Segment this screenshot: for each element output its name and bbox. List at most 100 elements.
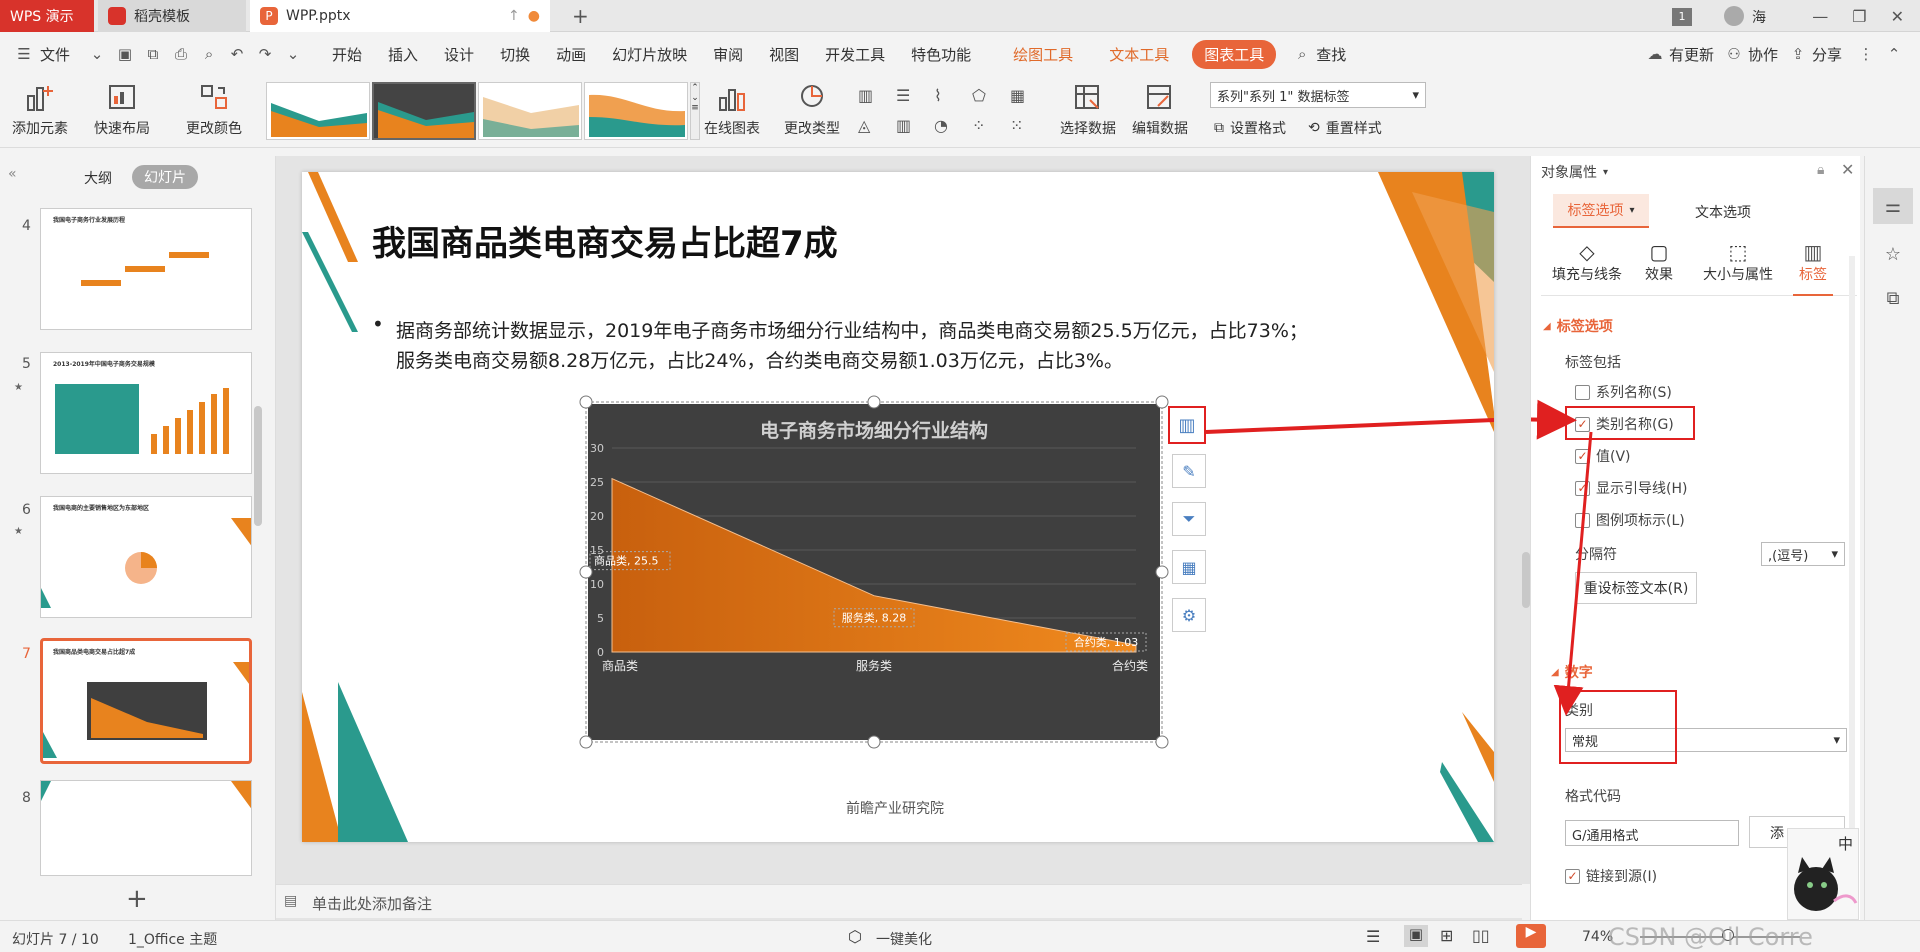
- select-data-button[interactable]: 选择数据: [1060, 82, 1116, 138]
- panel-header[interactable]: 对象属性 ▾: [1541, 162, 1608, 182]
- checkbox-checked[interactable]: ✓: [1565, 868, 1580, 884]
- menu-item-transition[interactable]: 切换: [487, 44, 543, 65]
- redo-icon[interactable]: ↷: [255, 44, 275, 64]
- play-slideshow-icon[interactable]: ▶: [1516, 924, 1546, 948]
- close-icon[interactable]: ✕: [1841, 160, 1854, 179]
- share-icon[interactable]: ⇪: [1788, 44, 1808, 64]
- notes-bar[interactable]: ▤ 单击此处添加备注: [276, 884, 1522, 918]
- data-label[interactable]: 服务类, 8.28: [842, 611, 907, 625]
- bubble-chart-icon[interactable]: ⁙: [1010, 116, 1036, 138]
- theme-name[interactable]: 1_Office 主题: [128, 929, 217, 949]
- change-color-button[interactable]: 更改颜色: [186, 82, 242, 138]
- print-preview-icon[interactable]: ⌕: [199, 44, 219, 64]
- maximize-icon[interactable]: ❐: [1852, 7, 1866, 26]
- avatar[interactable]: [1724, 6, 1744, 26]
- collapse-ribbon-icon[interactable]: ⌃: [1884, 44, 1904, 64]
- save-icon[interactable]: ▣: [115, 44, 135, 64]
- chart-style-brush-icon[interactable]: ✎: [1172, 454, 1206, 488]
- chart-style-4[interactable]: [584, 82, 688, 140]
- quick-layout-button[interactable]: 快速布局: [94, 82, 150, 138]
- check-legend-key[interactable]: 图例项标示(L): [1575, 510, 1685, 530]
- search-icon[interactable]: ⌕: [1292, 44, 1312, 64]
- gallery-scroll[interactable]: ⌃ ⌄ ≡: [690, 82, 700, 140]
- format-code-input[interactable]: G/通用格式: [1565, 820, 1739, 846]
- properties-sliders-icon[interactable]: ⚌: [1873, 188, 1913, 224]
- export-icon[interactable]: ⧉: [143, 44, 163, 64]
- menu-item-slideshow[interactable]: 幻灯片放映: [599, 44, 700, 65]
- chart-style-3[interactable]: [478, 82, 582, 140]
- print-icon[interactable]: ⎙: [171, 44, 191, 64]
- bar-chart-icon[interactable]: ▥: [858, 86, 884, 108]
- online-chart-icon[interactable]: ▦: [1172, 550, 1206, 584]
- notes-toggle-icon[interactable]: ☰: [1366, 927, 1380, 946]
- checkbox[interactable]: [1575, 512, 1590, 528]
- notification-badge[interactable]: 1: [1672, 8, 1692, 26]
- collaborate-icon[interactable]: ⚇: [1724, 44, 1744, 64]
- slide-thumbnail-4[interactable]: 我国电子商务行业发展历程: [40, 208, 252, 330]
- radar-chart-icon[interactable]: ⬠: [972, 86, 998, 108]
- search-button[interactable]: 查找: [1316, 44, 1359, 65]
- area-series[interactable]: [611, 477, 1137, 653]
- area-chart[interactable]: 电子商务市场细分行业结构 0 5 10 15 20 25 30 商品类 服务类 合约类 商品类, 2…: [588, 404, 1160, 740]
- chart-settings-gear-icon[interactable]: ⚙: [1172, 598, 1206, 632]
- ime-widget[interactable]: 中: [1787, 828, 1859, 920]
- file-tab[interactable]: P WPP.pptx ↑ ●: [250, 0, 550, 32]
- hamburger-icon[interactable]: ☰: [14, 44, 34, 64]
- menu-item-drawing-tools[interactable]: 绘图工具: [1000, 44, 1086, 65]
- chart-element-icon[interactable]: ▥: [1168, 406, 1206, 444]
- line-chart-icon[interactable]: ⌇: [934, 86, 960, 108]
- section-number[interactable]: ◢ 数字: [1551, 662, 1593, 682]
- animation-star-icon[interactable]: ☆: [1873, 236, 1913, 272]
- chart-filter-icon[interactable]: ⏷: [1172, 502, 1206, 536]
- menu-item-insert[interactable]: 插入: [375, 44, 431, 65]
- customize-icon[interactable]: ⌄: [283, 44, 303, 64]
- reset-label-text-button[interactable]: 重设标签文本(R): [1575, 572, 1697, 604]
- check-value[interactable]: ✓ 值(V): [1575, 446, 1631, 466]
- file-menu[interactable]: 文件: [38, 44, 83, 65]
- one-click-beautify[interactable]: 一键美化: [876, 929, 932, 949]
- cloud-update-icon[interactable]: ☁: [1645, 44, 1665, 64]
- tab-text-options[interactable]: 文本选项: [1695, 202, 1751, 222]
- minimize-icon[interactable]: —: [1812, 7, 1828, 26]
- slide-bullet-text[interactable]: 据商务部统计数据显示，2019年电子商务市场细分行业结构中，商品类电商交易额25…: [396, 316, 1456, 376]
- checkbox-checked[interactable]: ✓: [1575, 480, 1590, 496]
- undo-icon[interactable]: ↶: [227, 44, 247, 64]
- slide-thumbnail-5[interactable]: 2013-2019年中国电子商务交易规模: [40, 352, 252, 474]
- subtab-label[interactable]: ▥ 标签: [1793, 240, 1833, 296]
- menu-item-design[interactable]: 设计: [431, 44, 487, 65]
- scatter-chart-icon[interactable]: ⁘: [972, 116, 998, 138]
- ime-mode-char[interactable]: 中: [1838, 833, 1853, 854]
- series-element-dropdown[interactable]: 系列"系列 1" 数据标签 ▾: [1210, 82, 1426, 108]
- slide-thumbnail-6[interactable]: 我国电商的主要销售地区为东部地区: [40, 496, 252, 618]
- subtab-size-properties[interactable]: ⬚ 大小与属性: [1699, 240, 1777, 284]
- reading-view-icon[interactable]: ▯▯: [1472, 926, 1490, 945]
- reset-style-button[interactable]: ⟲ 重置样式: [1308, 118, 1382, 138]
- new-tab-icon[interactable]: +: [572, 4, 589, 28]
- area-chart-icon[interactable]: ◬: [858, 116, 884, 138]
- online-chart-button[interactable]: 在线图表: [704, 82, 760, 138]
- normal-view-icon[interactable]: ▣: [1404, 925, 1428, 947]
- slide-sorter-icon[interactable]: ⊞: [1440, 926, 1453, 945]
- menu-item-text-tools[interactable]: 文本工具: [1096, 44, 1182, 65]
- share-button[interactable]: 分享: [1812, 44, 1852, 65]
- wps-app-tab[interactable]: WPS 演示: [0, 0, 94, 32]
- menu-item-review[interactable]: 审阅: [700, 44, 756, 65]
- hbar-chart-icon[interactable]: ☰: [896, 86, 922, 108]
- chart-style-2[interactable]: [372, 82, 476, 140]
- section-label-options[interactable]: ◢ 标签选项: [1543, 316, 1613, 336]
- menu-item-start[interactable]: 开始: [319, 44, 375, 65]
- checkbox-checked[interactable]: ✓: [1575, 448, 1590, 464]
- slide-vscroll-thumb[interactable]: [1522, 552, 1530, 608]
- panel-scrollbar[interactable]: [1849, 256, 1855, 920]
- slide-source[interactable]: 前瞻产业研究院: [846, 798, 944, 818]
- tab-label-options[interactable]: 标签选项 ▾: [1553, 194, 1649, 228]
- check-series-name[interactable]: 系列名称(S): [1575, 382, 1672, 402]
- subtab-effect[interactable]: ▢ 效果: [1637, 240, 1681, 284]
- lock-icon[interactable]: 🔒︎: [1817, 162, 1824, 178]
- close-icon[interactable]: ✕: [1891, 7, 1904, 26]
- slide-hscroll-track[interactable]: [284, 866, 1514, 874]
- subtab-fill-line[interactable]: ◇ 填充与线条: [1549, 240, 1625, 284]
- slides-tab[interactable]: 幻灯片: [132, 165, 198, 189]
- notes-placeholder[interactable]: 单击此处添加备注: [312, 893, 432, 914]
- stock-chart-icon[interactable]: ▥: [896, 116, 922, 138]
